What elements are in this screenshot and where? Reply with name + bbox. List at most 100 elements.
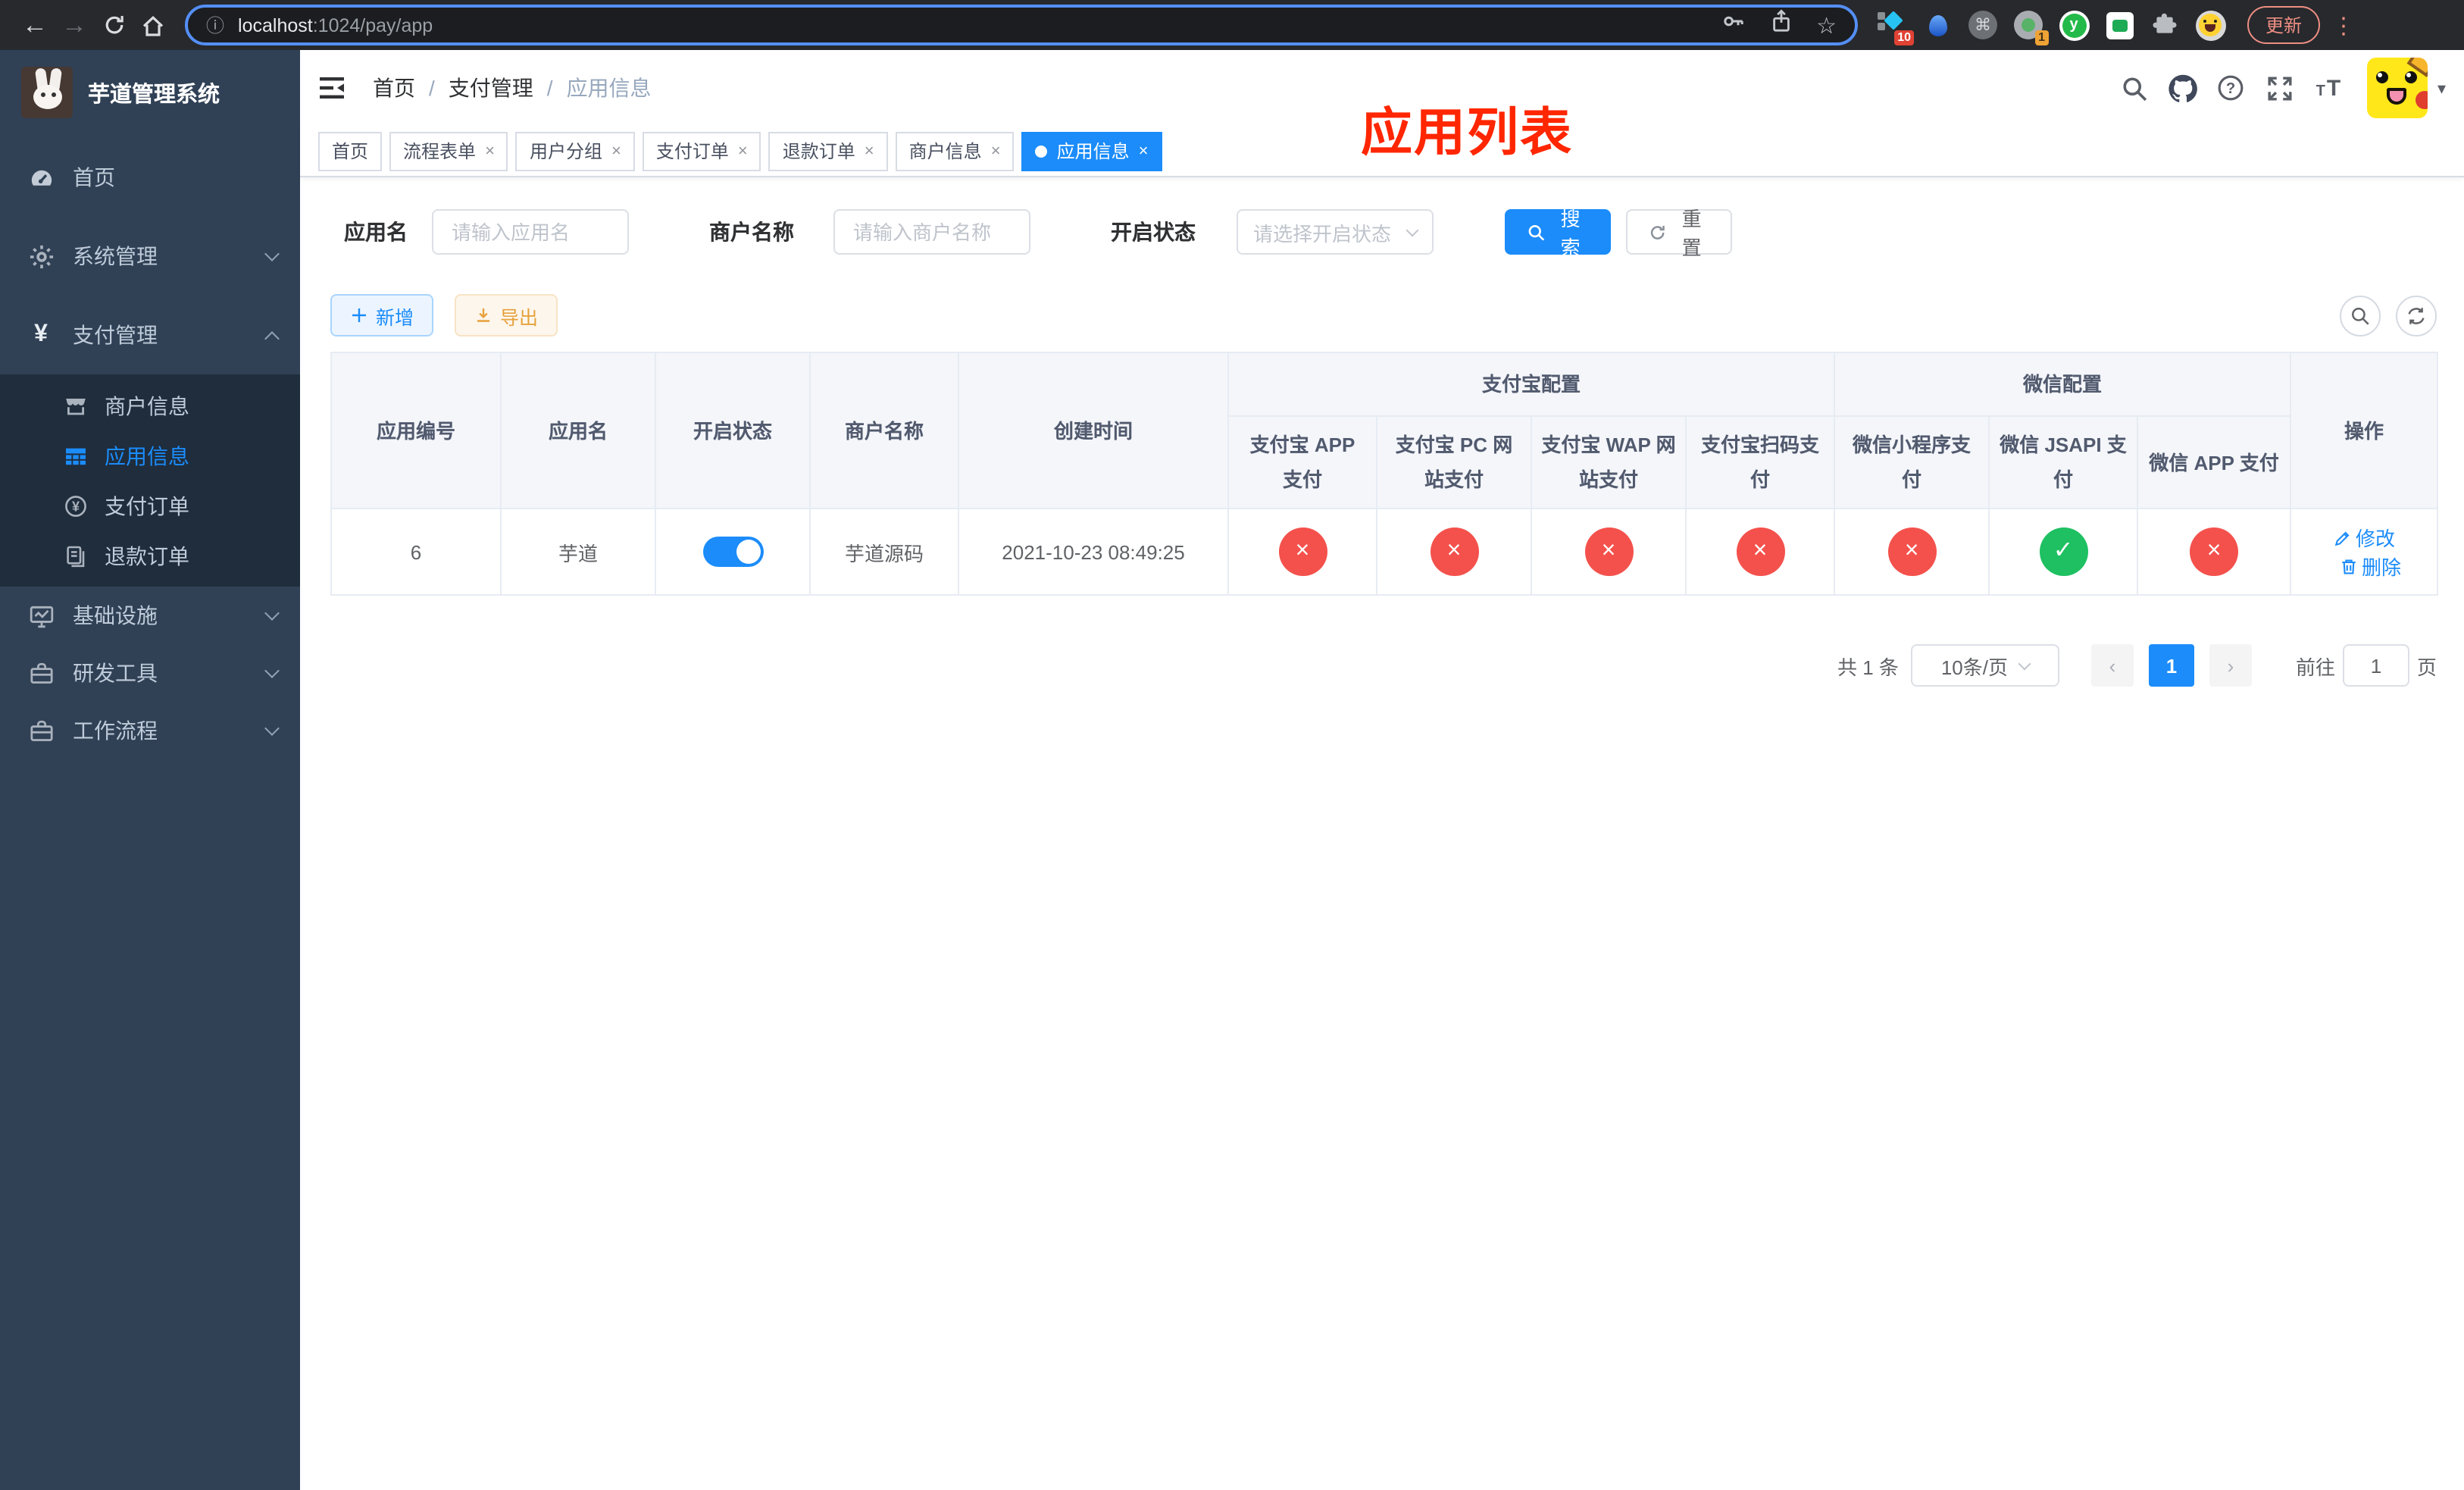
hide-search-button[interactable] <box>2340 295 2381 336</box>
edit-link[interactable]: 修改 <box>2333 523 2395 552</box>
close-icon[interactable]: × <box>865 142 874 160</box>
breadcrumb-payment[interactable]: 支付管理 <box>449 73 533 103</box>
tab-home[interactable]: 首页 <box>318 131 383 171</box>
browser-toolbar: ← → ⓘ localhost:1024/pay/app ☆ 10 ⌘ 1 y … <box>0 0 2464 50</box>
status-circle: ✓ <box>2039 527 2088 576</box>
cell-wechat-app-status: × <box>2137 508 2292 596</box>
status-circle: × <box>1584 527 1633 576</box>
monitor-icon <box>23 603 59 628</box>
help-icon[interactable]: ? <box>2207 64 2256 112</box>
cell-created: 2021-10-23 08:49:25 <box>958 508 1229 596</box>
col-status: 开启状态 <box>655 352 811 509</box>
sidebar-item-workflow[interactable]: 工作流程 <box>0 702 300 759</box>
url-bar[interactable]: ⓘ localhost:1024/pay/app ☆ <box>185 5 1858 45</box>
browser-menu-icon[interactable]: ⋮ <box>2332 11 2355 39</box>
forward-icon[interactable]: → <box>55 5 94 45</box>
chrome-update-button[interactable]: 更新 <box>2247 6 2321 44</box>
fullscreen-icon[interactable] <box>2256 64 2304 112</box>
merchant-name-label: 商户名称 <box>709 220 794 244</box>
search-icon[interactable] <box>2110 64 2159 112</box>
goto-label: 前往 <box>2295 656 2335 678</box>
pagination-total: 共 1 条 <box>1837 656 1899 678</box>
bookmark-star-icon[interactable]: ☆ <box>1816 11 1837 39</box>
profile-avatar-icon[interactable] <box>2194 9 2226 41</box>
search-button[interactable]: 搜索 <box>1505 208 1611 259</box>
status-toggle[interactable] <box>702 537 763 567</box>
app-logo <box>21 67 73 118</box>
cell-alipay-qr-status: × <box>1684 508 1836 596</box>
cell-merchant: 芋道源码 <box>809 508 959 596</box>
col-merchant: 商户名称 <box>809 352 959 509</box>
table-toolbar: 新增 导出 <box>330 294 2437 337</box>
sidebar-item-infrastructure[interactable]: 基础设施 <box>0 587 300 644</box>
app-logo-row[interactable]: 芋道管理系统 <box>0 50 300 135</box>
share-icon[interactable] <box>1769 9 1792 41</box>
font-size-icon[interactable]: TT <box>2304 64 2353 112</box>
sidebar-item-dev-tools[interactable]: 研发工具 <box>0 644 300 702</box>
tab-user-group[interactable]: 用户分组 × <box>515 131 635 171</box>
home-icon[interactable] <box>133 5 173 45</box>
extensions-puzzle-icon[interactable] <box>2149 9 2181 41</box>
export-button[interactable]: 导出 <box>455 294 558 337</box>
svg-text:?: ? <box>2227 80 2236 97</box>
breadcrumb: 首页 / 支付管理 / 应用信息 <box>373 73 652 103</box>
documents-icon <box>59 543 92 568</box>
tab-pay-order[interactable]: 支付订单 × <box>642 131 761 171</box>
gear-icon <box>23 243 59 269</box>
status-circle: × <box>1887 527 1937 576</box>
password-key-icon[interactable] <box>1721 9 1745 41</box>
github-icon[interactable] <box>2159 64 2207 112</box>
extension-command-icon[interactable]: ⌘ <box>1967 9 1999 41</box>
goto-page-input[interactable] <box>2342 644 2409 687</box>
sidebar-item-pay-orders[interactable]: ¥ 支付订单 <box>0 480 300 531</box>
page-number-1[interactable]: 1 <box>2148 644 2194 687</box>
refresh-button[interactable] <box>2396 295 2437 336</box>
extension-y-icon[interactable]: y <box>2058 9 2090 41</box>
col-wechat-app: 微信 APP 支付 <box>2137 415 2292 509</box>
annotation-title: 应用列表 <box>1361 105 1573 162</box>
app-name-label: 应用名 <box>344 220 408 244</box>
close-icon[interactable]: × <box>1139 142 1149 160</box>
breadcrumb-home[interactable]: 首页 <box>373 73 415 103</box>
cell-alipay-wap-status: × <box>1531 508 1687 596</box>
sidebar-item-payment[interactable]: ¥ 支付管理 <box>0 296 300 374</box>
cell-app-id: 6 <box>330 508 502 596</box>
close-icon[interactable]: × <box>991 142 1001 160</box>
extension-recorder-icon[interactable]: 1 <box>2012 9 2049 45</box>
sidebar-item-refund-orders[interactable]: 退款订单 <box>0 531 300 581</box>
tab-app-info[interactable]: 应用信息 × <box>1021 131 1162 171</box>
tab-merchant-info[interactable]: 商户信息 × <box>895 131 1015 171</box>
sidebar-collapse-icon[interactable] <box>318 74 349 102</box>
yen-circle-icon: ¥ <box>59 493 92 518</box>
merchant-name-input[interactable] <box>833 209 1030 255</box>
extension-chat-icon[interactable] <box>2103 9 2135 41</box>
next-page-button[interactable]: › <box>2209 644 2252 687</box>
page-size-select[interactable]: 10条/页 <box>1910 644 2059 687</box>
back-icon[interactable]: ← <box>15 5 55 45</box>
sidebar-item-app-info[interactable]: 应用信息 <box>0 430 300 480</box>
add-button[interactable]: 新增 <box>330 294 434 337</box>
extension-balloon-icon[interactable] <box>1921 9 1953 41</box>
extension-icon-1[interactable]: 10 <box>1876 9 1914 45</box>
reset-button[interactable]: 重置 <box>1626 208 1732 259</box>
caret-down-icon[interactable]: ▾ <box>2437 78 2446 98</box>
close-icon[interactable]: × <box>485 142 495 160</box>
cell-wechat-jsapi-status: ✓ <box>1988 508 2139 596</box>
prev-page-button[interactable]: ‹ <box>2090 644 2134 687</box>
tab-process-form[interactable]: 流程表单 × <box>389 131 508 171</box>
delete-link[interactable]: 删除 <box>2339 552 2401 581</box>
avatar[interactable] <box>2367 58 2428 118</box>
app-name-input[interactable] <box>432 209 629 255</box>
col-group-alipay: 支付宝配置 <box>1227 352 1836 417</box>
close-icon[interactable]: × <box>738 142 748 160</box>
sidebar-item-merchant-info[interactable]: 商户信息 <box>0 380 300 430</box>
close-icon[interactable]: × <box>611 142 621 160</box>
reload-icon[interactable] <box>94 5 133 45</box>
site-info-icon[interactable]: ⓘ <box>206 12 224 38</box>
sidebar-item-system[interactable]: 系统管理 <box>0 217 300 296</box>
status-select[interactable]: 请选择开启状态 <box>1237 209 1434 255</box>
sidebar-item-home[interactable]: 首页 <box>0 138 300 217</box>
chevron-down-icon <box>1406 223 1419 236</box>
app-table: 应用编号 应用名 开启状态 商户名称 创建时间 支付宝配置 微信配置 操作 支付… <box>330 352 2439 596</box>
tab-refund-order[interactable]: 退款订单 × <box>768 131 888 171</box>
